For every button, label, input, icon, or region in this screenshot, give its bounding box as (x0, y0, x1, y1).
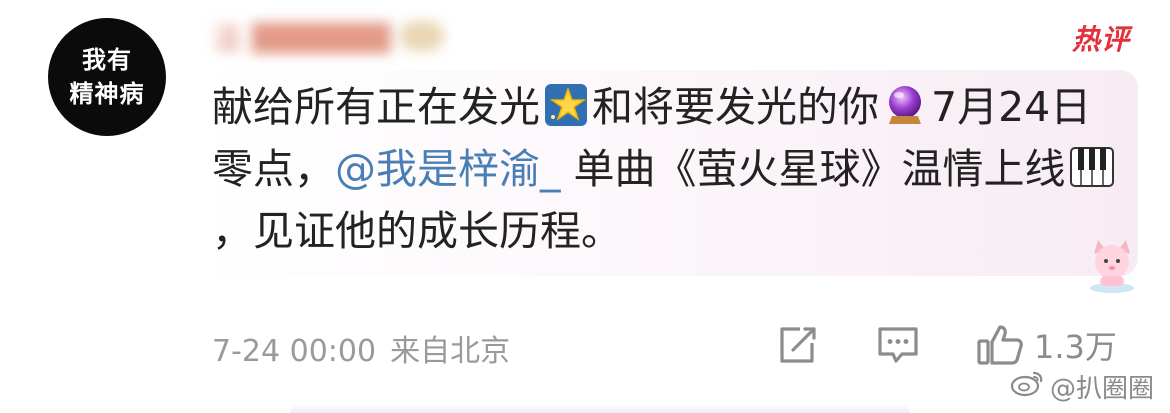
user-mention-link[interactable]: @我是梓渝_ (335, 145, 561, 193)
username-blur-fill: ▇▇▇▇▇▇ (252, 18, 391, 54)
comment-text: 献给所有正在发光 和将要发光的你 7月24日零点，@我是梓渝_ 单曲《萤火星球》… (212, 76, 1122, 262)
glowing-star-emoji (544, 82, 588, 126)
comment-segment: 单曲《萤火星球》温情上线 (560, 145, 1066, 193)
username-text: 温 (212, 22, 242, 57)
comment-segment: 和将要发光的你 (592, 83, 879, 131)
watermark: @扒圈圈 (1010, 368, 1154, 405)
hot-comment-badge: 热评 (1071, 23, 1130, 56)
share-button[interactable] (776, 322, 820, 368)
comment-segment: 献给所有正在发光 (212, 83, 540, 131)
comment-segment: ，见证他的成长历程。 (212, 207, 622, 255)
weibo-icon (1010, 369, 1044, 404)
username-blurred[interactable]: 温 ▇▇▇▇▇▇ (212, 14, 445, 58)
comment-icon (876, 324, 920, 366)
comment-meta: 7-24 00:00 来自北京 (212, 326, 510, 370)
avatar-text-line1: 我有 (82, 46, 132, 74)
comment-source: 来自北京 (390, 334, 511, 369)
piano-keys-emoji (1069, 144, 1114, 188)
like-button[interactable]: 1.3万 (976, 322, 1117, 368)
like-count: 1.3万 (1034, 328, 1117, 366)
next-item-edge (290, 404, 910, 413)
watermark-text: @扒圈圈 (1049, 374, 1154, 404)
comment-time: 7-24 00:00 (212, 334, 377, 369)
crystal-ball-emoji (883, 82, 927, 126)
thumbs-up-icon (976, 323, 1024, 367)
avatar-text-line2: 精神病 (69, 80, 145, 108)
share-icon (776, 324, 820, 366)
comment-card: 我有 精神病 温 ▇▇▇▇▇▇ 热评 献给所有正在发光 和将要发光的你 7月24… (0, 0, 1170, 413)
avatar[interactable]: 我有 精神病 (48, 18, 166, 136)
vip-badge-icon (400, 21, 445, 51)
cat-sticker-icon (1080, 232, 1144, 296)
comment-button[interactable] (876, 322, 920, 368)
